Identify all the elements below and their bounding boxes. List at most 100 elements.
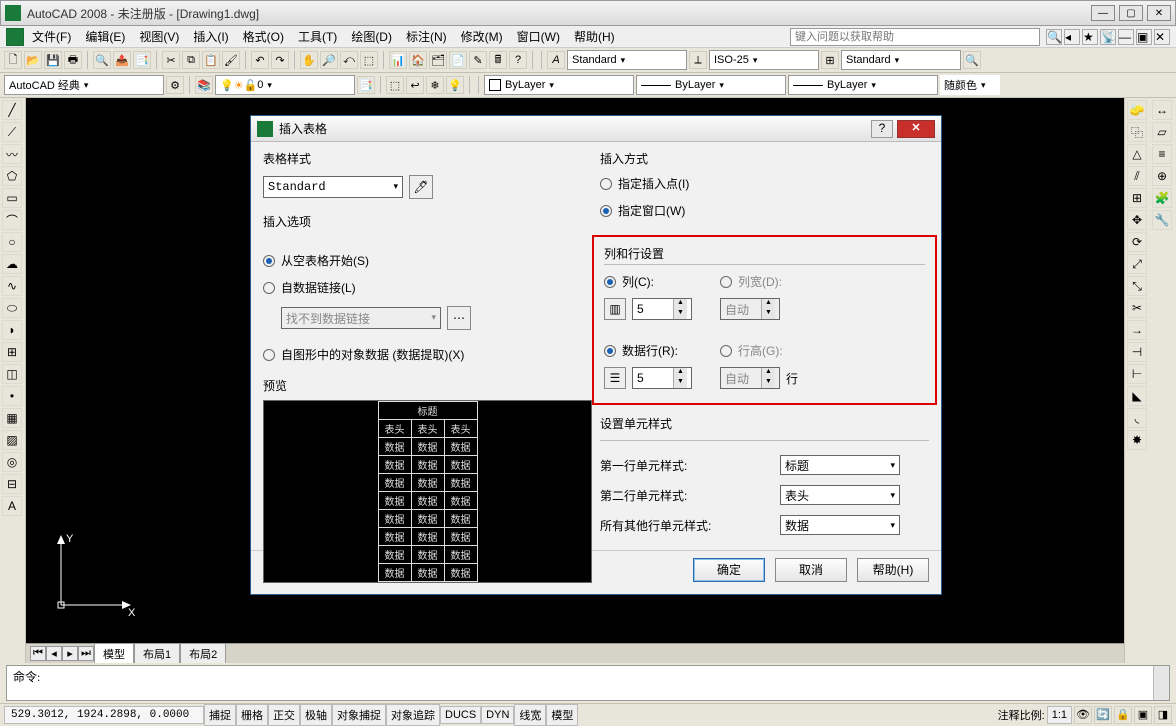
- radio-insert-window[interactable]: [600, 205, 612, 217]
- menu-format[interactable]: 格式(O): [237, 26, 290, 47]
- redo-icon[interactable]: ↷: [271, 51, 289, 69]
- calc-icon[interactable]: 🖩: [489, 51, 507, 69]
- textstyle-combo[interactable]: Standard: [567, 50, 687, 70]
- trim-icon[interactable]: ✂: [1127, 298, 1147, 318]
- save-icon[interactable]: 💾: [44, 51, 62, 69]
- radio-data-extract[interactable]: [263, 349, 275, 361]
- columns-up-icon[interactable]: ▲: [674, 299, 687, 309]
- hatch-icon[interactable]: ▦: [2, 408, 22, 428]
- circle-icon[interactable]: ○: [2, 232, 22, 252]
- radio-datarows[interactable]: [604, 345, 616, 357]
- menu-file[interactable]: 文件(F): [26, 26, 77, 47]
- dimstyle-icon[interactable]: ⟂: [689, 51, 707, 69]
- chamfer-icon[interactable]: ◣: [1127, 386, 1147, 406]
- markup-icon[interactable]: ✎: [469, 51, 487, 69]
- datarows-up-icon[interactable]: ▲: [674, 368, 687, 378]
- match-prop-icon[interactable]: 🖌: [222, 51, 240, 69]
- dialog-close-icon[interactable]: ✕: [897, 120, 935, 138]
- search-tool-icon[interactable]: 🔍: [963, 51, 981, 69]
- tab-first-icon[interactable]: ⏮: [30, 646, 46, 661]
- second-row-combo[interactable]: 表头: [780, 485, 900, 505]
- menu-edit[interactable]: 编辑(E): [79, 26, 131, 47]
- fillet-icon[interactable]: ◟: [1127, 408, 1147, 428]
- copy-obj-icon[interactable]: ⿻: [1127, 122, 1147, 142]
- mirror-icon[interactable]: △: [1127, 144, 1147, 164]
- cut-icon[interactable]: ✂: [162, 51, 180, 69]
- layer-prev-icon[interactable]: ↩: [406, 76, 424, 94]
- columns-down-icon[interactable]: ▼: [674, 309, 687, 319]
- zoom-window-icon[interactable]: ⬚: [360, 51, 378, 69]
- plot-preview-icon[interactable]: 🔍: [93, 51, 111, 69]
- rotate-icon[interactable]: ⟳: [1127, 232, 1147, 252]
- tab-prev-icon[interactable]: ◂: [46, 646, 62, 661]
- search-icon[interactable]: 🔍: [1046, 29, 1062, 45]
- menu-draw[interactable]: 绘图(D): [345, 26, 398, 47]
- extend-icon[interactable]: →: [1127, 320, 1147, 340]
- mtext-icon[interactable]: A: [2, 496, 22, 516]
- area-icon[interactable]: ▱: [1152, 122, 1172, 142]
- tab-layout2[interactable]: 布局2: [180, 643, 226, 664]
- join-icon[interactable]: ⊢: [1127, 364, 1147, 384]
- print-icon[interactable]: 🖶: [64, 51, 82, 69]
- arc-icon[interactable]: ⌒: [2, 210, 22, 230]
- radio-columns[interactable]: [604, 276, 616, 288]
- window-maximize-icon[interactable]: ▢: [1119, 5, 1143, 21]
- menu-view[interactable]: 视图(V): [133, 26, 185, 47]
- layer-iso-icon[interactable]: ⬚: [386, 76, 404, 94]
- data-link-browse-button[interactable]: ⋯: [447, 306, 471, 330]
- favorite-icon[interactable]: ★: [1082, 29, 1098, 45]
- radio-colwidth[interactable]: [720, 276, 732, 288]
- ok-button[interactable]: 确定: [693, 558, 765, 582]
- revcloud-icon[interactable]: ☁: [2, 254, 22, 274]
- menu-tools[interactable]: 工具(T): [292, 26, 343, 47]
- menu-window[interactable]: 窗口(W): [511, 26, 566, 47]
- layer-props-icon[interactable]: 📚: [195, 76, 213, 94]
- help-search-input[interactable]: [790, 28, 1040, 46]
- tab-model[interactable]: 模型: [94, 643, 134, 664]
- doc-minimize-icon[interactable]: ―: [1118, 29, 1134, 45]
- color-combo[interactable]: ByLayer: [484, 75, 634, 95]
- insert-block-icon[interactable]: ⊞: [2, 342, 22, 362]
- layer-off-icon[interactable]: 💡: [446, 76, 464, 94]
- ref-palette-icon[interactable]: 🧩: [1152, 188, 1172, 208]
- toggle-otrack[interactable]: 对象追踪: [386, 704, 440, 726]
- stretch-icon[interactable]: ⤡: [1127, 276, 1147, 296]
- cancel-button[interactable]: 取消: [775, 558, 847, 582]
- undo-icon[interactable]: ↶: [251, 51, 269, 69]
- region-icon[interactable]: ◎: [2, 452, 22, 472]
- datarows-down-icon[interactable]: ▼: [674, 378, 687, 388]
- menu-modify[interactable]: 修改(M): [455, 26, 509, 47]
- properties-icon[interactable]: 📊: [389, 51, 407, 69]
- spline-icon[interactable]: ∿: [2, 276, 22, 296]
- doc-restore-icon[interactable]: ▣: [1136, 29, 1152, 45]
- nav-back-icon[interactable]: ◂: [1064, 29, 1080, 45]
- textstyle-icon[interactable]: A: [547, 51, 565, 69]
- help-icon[interactable]: ?: [509, 51, 527, 69]
- line-icon[interactable]: ╱: [2, 100, 22, 120]
- new-icon[interactable]: 🗋: [4, 51, 22, 69]
- columns-input[interactable]: [633, 302, 673, 316]
- distance-icon[interactable]: ↔: [1152, 100, 1172, 120]
- gradient-icon[interactable]: ▨: [2, 430, 22, 450]
- polygon-icon[interactable]: ⬠: [2, 166, 22, 186]
- window-minimize-icon[interactable]: ―: [1091, 5, 1115, 21]
- design-center-icon[interactable]: 🏠: [409, 51, 427, 69]
- workspace-settings-icon[interactable]: ⚙: [166, 76, 184, 94]
- ellipse-arc-icon[interactable]: ◗: [2, 320, 22, 340]
- ellipse-icon[interactable]: ⬭: [2, 298, 22, 318]
- dialog-help-icon[interactable]: ?: [871, 120, 893, 138]
- help-button[interactable]: 帮助(H): [857, 558, 929, 582]
- array-icon[interactable]: ⊞: [1127, 188, 1147, 208]
- tool-palette-icon[interactable]: 🗂: [429, 51, 447, 69]
- point-icon[interactable]: •: [2, 386, 22, 406]
- datarows-input[interactable]: [633, 371, 673, 385]
- publish-icon[interactable]: 📤: [113, 51, 131, 69]
- layer-state-icon[interactable]: 📑: [357, 76, 375, 94]
- copy-icon[interactable]: ⧉: [182, 51, 200, 69]
- explode-icon[interactable]: ✸: [1127, 430, 1147, 450]
- tab-next-icon[interactable]: ▸: [62, 646, 78, 661]
- open-icon[interactable]: 📂: [24, 51, 42, 69]
- cmd-scrollbar[interactable]: [1153, 666, 1169, 700]
- move-icon[interactable]: ✥: [1127, 210, 1147, 230]
- layer-combo[interactable]: 💡☀🔓0: [215, 75, 355, 95]
